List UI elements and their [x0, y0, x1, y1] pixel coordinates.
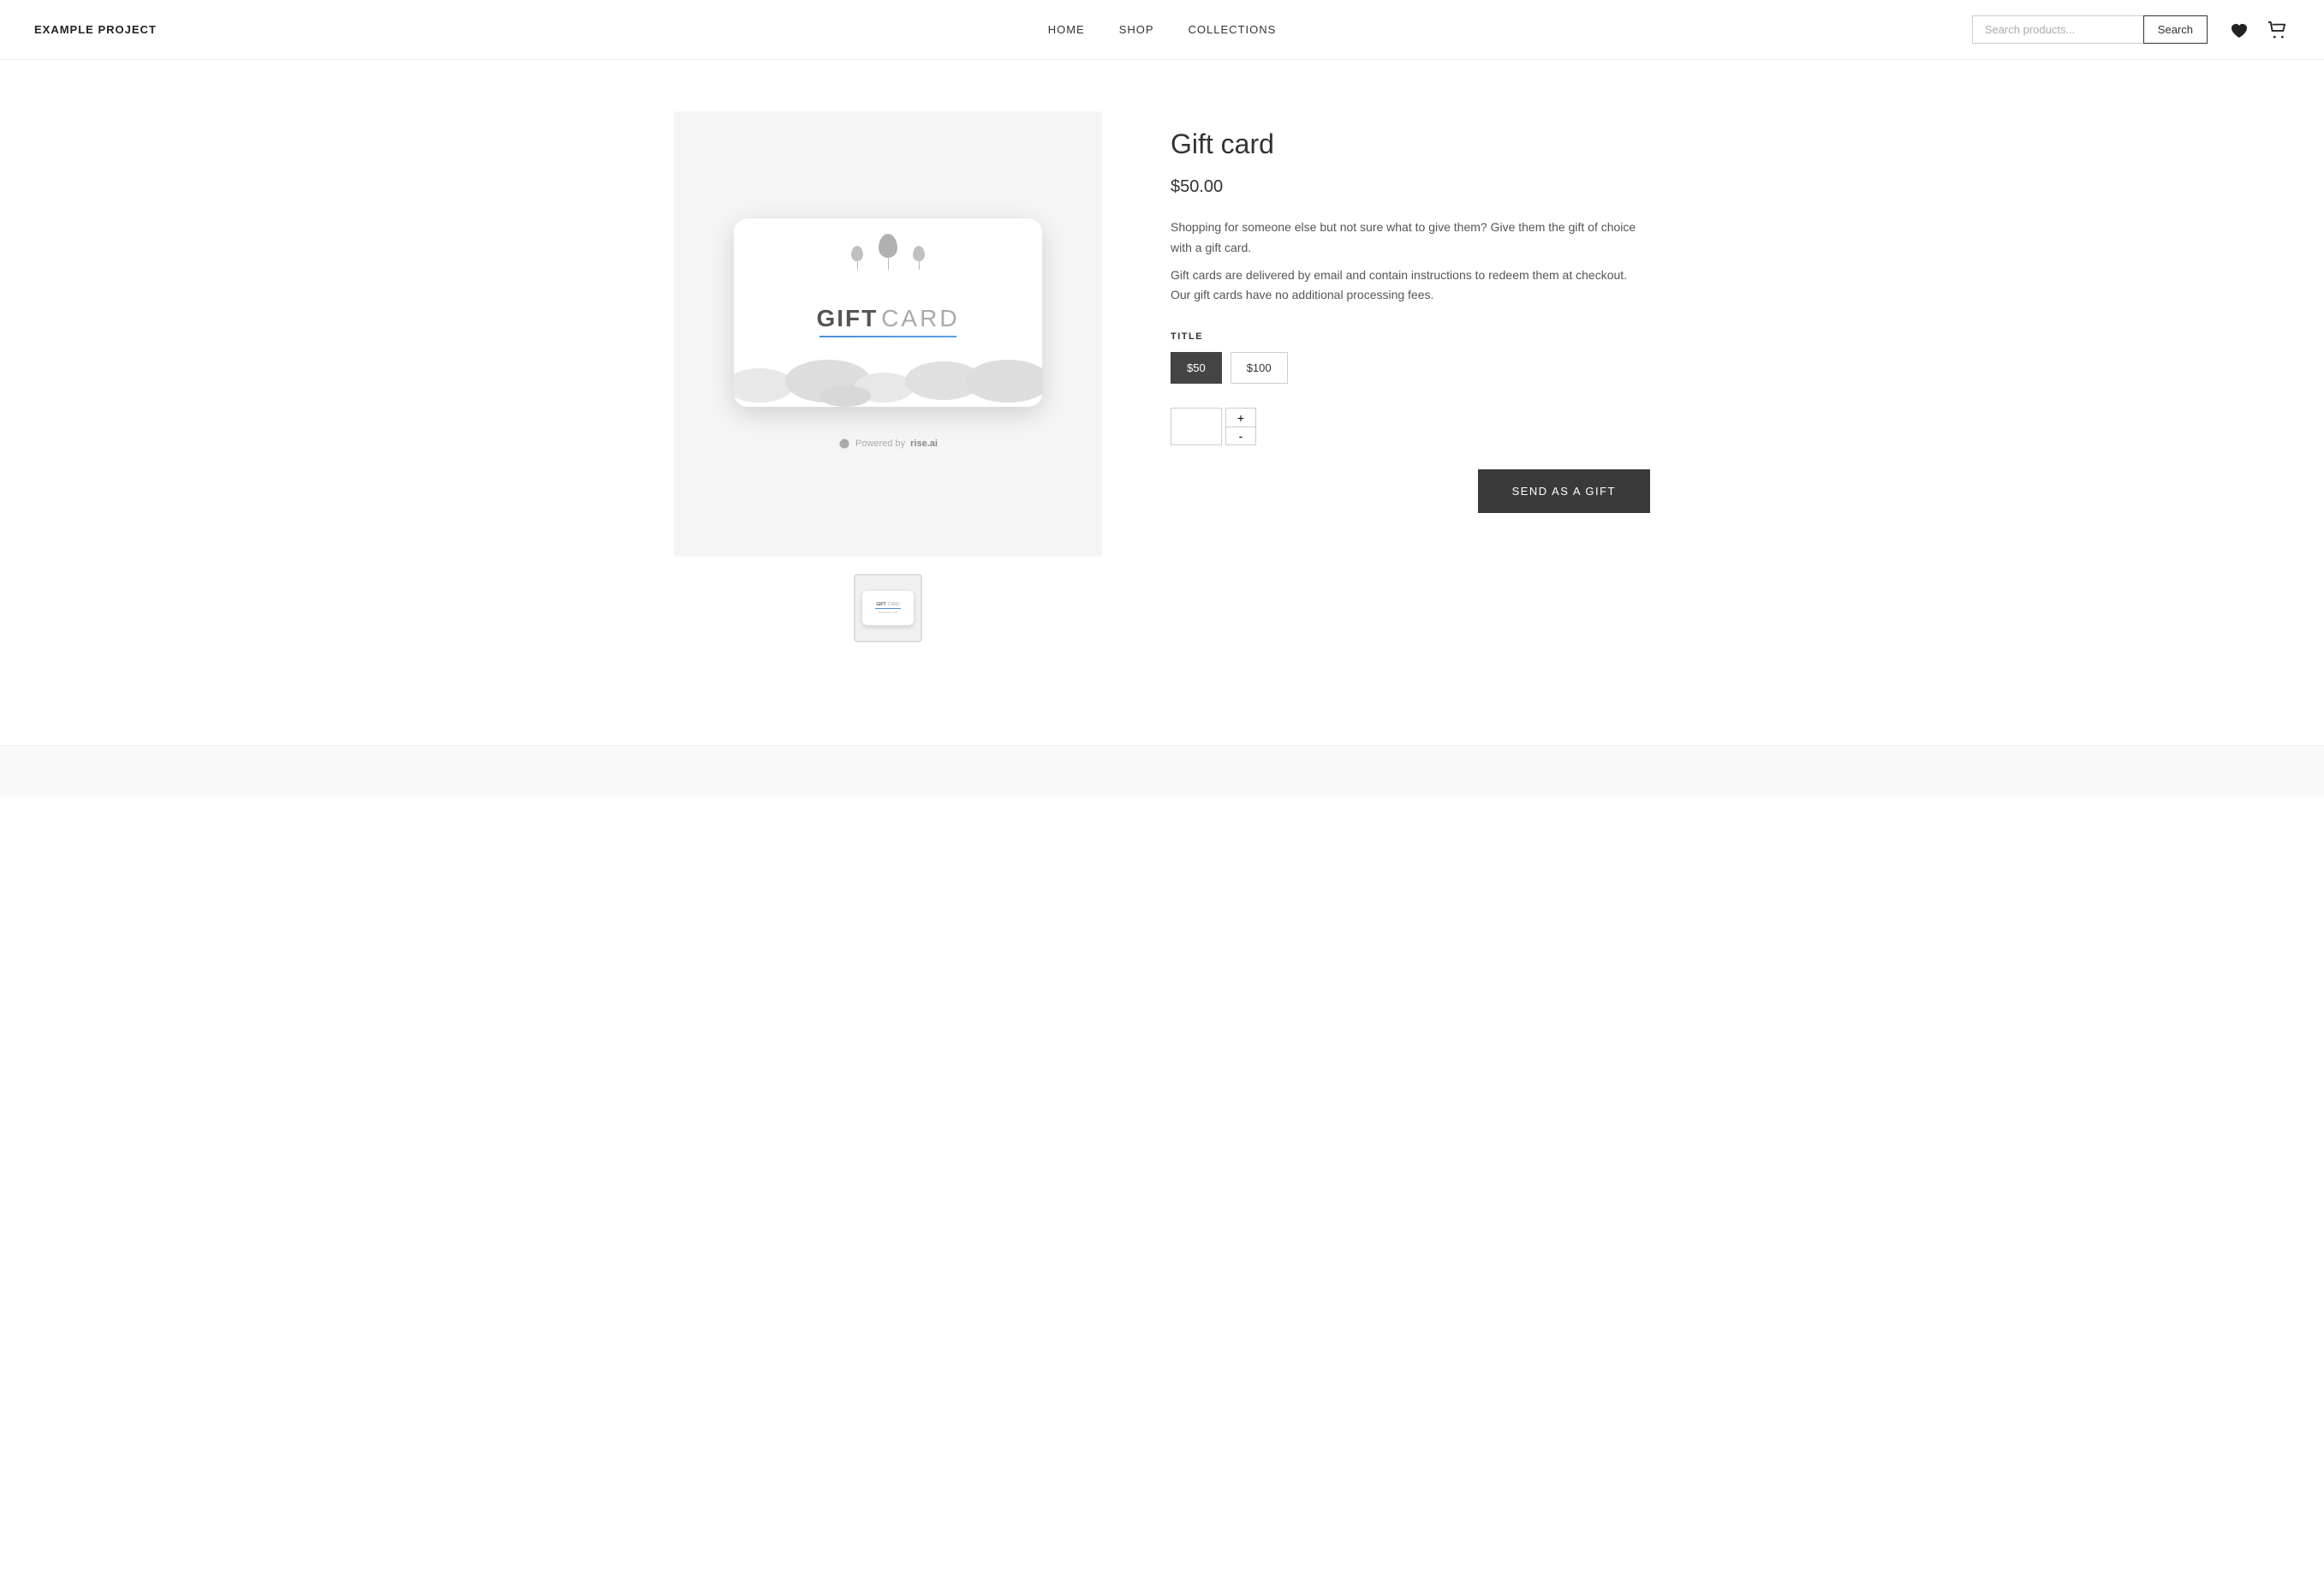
gift-card-underline	[819, 336, 956, 337]
variant-50[interactable]: $50	[1171, 352, 1222, 384]
nav-home[interactable]: HOME	[1048, 23, 1085, 36]
gift-bold-text: GIFT	[816, 305, 878, 332]
search-bar: Search	[1972, 15, 2208, 44]
heart-icon	[2230, 21, 2249, 39]
main-content: GIFT CARD	[605, 60, 1719, 694]
search-input[interactable]	[1972, 15, 2143, 44]
quantity-increment[interactable]: +	[1225, 408, 1256, 427]
thumbnail-1[interactable]: GIFT CARD Powered by rise	[854, 574, 922, 642]
thumbnail-strip: GIFT CARD Powered by rise	[854, 574, 922, 642]
cart-button[interactable]	[2264, 18, 2290, 42]
gift-card-text: GIFT CARD	[816, 305, 959, 337]
main-nav: HOME SHOP COLLECTIONS	[1048, 23, 1277, 36]
title-label: TITLE	[1171, 331, 1650, 342]
nav-shop[interactable]: SHOP	[1119, 23, 1154, 36]
product-title: Gift card	[1171, 128, 1650, 160]
nav-collections[interactable]: COLLECTIONS	[1189, 23, 1277, 36]
description-line-1: Shopping for someone else but not sure w…	[1171, 218, 1650, 259]
search-button[interactable]: Search	[2143, 15, 2208, 44]
header-right: Search	[1972, 15, 2290, 44]
quantity-controls: + -	[1225, 408, 1256, 445]
header-icons	[2226, 18, 2290, 42]
quantity-section: 0 + -	[1171, 408, 1650, 445]
page-footer	[0, 745, 2324, 796]
quantity-decrement[interactable]: -	[1225, 427, 1256, 445]
main-product-image: GIFT CARD	[674, 111, 1102, 557]
gift-card-preview: GIFT CARD	[734, 218, 1042, 407]
site-logo[interactable]: EXAMPLE PROJECT	[34, 23, 157, 36]
description-line-2: Gift cards are delivered by email and co…	[1171, 266, 1650, 307]
site-header: EXAMPLE PROJECT HOME SHOP COLLECTIONS Se…	[0, 0, 2324, 60]
powered-by-text: Powered by	[855, 439, 905, 449]
rise-icon	[838, 438, 850, 450]
wishlist-button[interactable]	[2226, 18, 2252, 42]
cart-icon	[2267, 21, 2286, 39]
powered-by: Powered by rise.ai	[838, 438, 938, 450]
send-as-gift-button[interactable]: SEND AS A GIFT	[1478, 469, 1650, 513]
variant-options: $50 $100	[1171, 352, 1650, 384]
quantity-input[interactable]: 0	[1171, 408, 1222, 445]
add-to-cart-row: SEND AS A GIFT	[1171, 469, 1650, 513]
product-details: Gift card $50.00 Shopping for someone el…	[1171, 111, 1650, 642]
gift-light-text: CARD	[881, 305, 959, 332]
product-price: $50.00	[1171, 177, 1650, 197]
product-description: Shopping for someone else but not sure w…	[1171, 218, 1650, 306]
variant-100[interactable]: $100	[1231, 352, 1288, 384]
powered-by-brand: rise.ai	[910, 439, 938, 449]
product-image-section: GIFT CARD	[674, 111, 1102, 642]
